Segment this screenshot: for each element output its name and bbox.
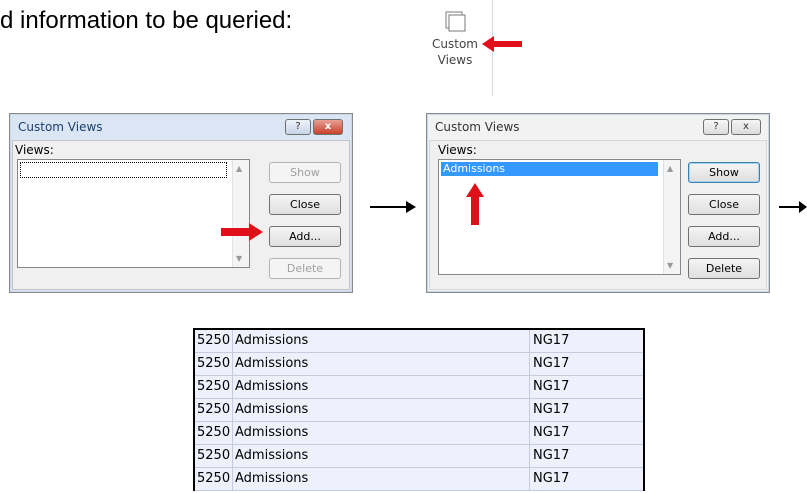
cell-divider bbox=[529, 330, 530, 352]
cell-divider bbox=[232, 399, 233, 421]
cell-divider bbox=[232, 376, 233, 398]
show-button[interactable]: Show bbox=[688, 162, 760, 183]
cell-name: Admissions bbox=[235, 333, 309, 348]
scroll-down-icon[interactable]: ▼ bbox=[236, 254, 242, 263]
flow-arrow-icon bbox=[370, 201, 416, 213]
cell-grade: NG17 bbox=[533, 448, 570, 463]
table-body: 5250 Admissions NG17 5250 Admissions NG17 5250… bbox=[193, 328, 645, 491]
table-row[interactable]: 5250 Admissions NG17 bbox=[195, 330, 643, 353]
red-arrow-icon bbox=[221, 223, 263, 241]
cell-grade: NG17 bbox=[533, 379, 570, 394]
cell-grade: NG17 bbox=[533, 471, 570, 486]
cell-divider bbox=[529, 376, 530, 398]
cell-grade: NG17 bbox=[533, 356, 570, 371]
cell-code: 5250 bbox=[197, 425, 231, 440]
cell-code: 5250 bbox=[197, 333, 231, 348]
close-button[interactable]: Close bbox=[269, 194, 341, 215]
cell-name: Admissions bbox=[235, 425, 309, 440]
help-button[interactable]: ? bbox=[285, 119, 311, 135]
cell-grade: NG17 bbox=[533, 402, 570, 417]
close-button[interactable]: Close bbox=[688, 194, 760, 215]
delete-button[interactable]: Delete bbox=[269, 258, 341, 279]
table-row[interactable]: 5250 Admissions NG17 bbox=[195, 353, 643, 376]
cell-divider bbox=[529, 445, 530, 467]
table-row[interactable]: 5250 Admissions NG17 bbox=[195, 468, 643, 491]
list-item-admissions[interactable]: Admissions bbox=[441, 162, 658, 176]
cell-divider bbox=[529, 468, 530, 490]
cell-name: Admissions bbox=[235, 379, 309, 394]
cell-divider bbox=[529, 422, 530, 444]
cell-code: 5250 bbox=[197, 402, 231, 417]
cell-divider bbox=[232, 422, 233, 444]
listbox-scrollbar[interactable]: ▲ ▼ bbox=[663, 160, 680, 274]
views-label: Views: bbox=[15, 143, 54, 157]
admissions-table: 5250 Admissions NG17 5250 Admissions NG17 5250… bbox=[193, 310, 646, 493]
views-label: Views: bbox=[438, 143, 477, 157]
cell-code: 5250 bbox=[197, 379, 231, 394]
table-row[interactable]: 5250 Admissions NG17 bbox=[195, 376, 643, 399]
table-row[interactable]: 5250 Admissions NG17 bbox=[195, 399, 643, 422]
close-x-button[interactable]: x bbox=[313, 119, 343, 135]
custom-views-dialog-empty: Custom Views ? x Views: ▲ ▼ Show Close A… bbox=[9, 113, 353, 293]
scroll-up-icon[interactable]: ▲ bbox=[236, 164, 242, 173]
cell-divider bbox=[232, 445, 233, 467]
cell-divider bbox=[232, 468, 233, 490]
views-listbox[interactable]: ▲ ▼ bbox=[17, 159, 250, 268]
help-button[interactable]: ? bbox=[703, 119, 729, 135]
cell-code: 5250 bbox=[197, 448, 231, 463]
dialog-title: Custom Views bbox=[435, 120, 520, 134]
cell-name: Admissions bbox=[235, 402, 309, 417]
add-button[interactable]: Add... bbox=[269, 226, 341, 247]
cell-code: 5250 bbox=[197, 356, 231, 371]
dialog-title: Custom Views bbox=[18, 120, 103, 134]
dialog-titlebar: Custom Views ? x bbox=[10, 114, 352, 140]
table-row[interactable]: 5250 Admissions NG17 bbox=[195, 445, 643, 468]
cell-name: Admissions bbox=[235, 356, 309, 371]
cell-divider bbox=[232, 330, 233, 352]
list-item[interactable] bbox=[20, 162, 227, 178]
dialog-body: Views: ▲ ▼ Show Close Add... Delete bbox=[12, 140, 350, 290]
ribbon-label-line2: Views bbox=[437, 53, 473, 67]
table-row[interactable]: 5250 Admissions NG17 bbox=[195, 422, 643, 445]
scroll-up-icon[interactable]: ▲ bbox=[667, 164, 673, 173]
red-up-arrow-icon bbox=[466, 183, 484, 225]
cell-divider bbox=[529, 399, 530, 421]
ribbon-label-line1: Custom bbox=[432, 37, 478, 51]
scroll-down-icon[interactable]: ▼ bbox=[667, 261, 673, 270]
show-button[interactable]: Show bbox=[269, 162, 341, 183]
cell-code: 5250 bbox=[197, 471, 231, 486]
cell-divider bbox=[529, 353, 530, 375]
flow-arrow-icon bbox=[779, 201, 807, 213]
cell-name: Admissions bbox=[235, 471, 309, 486]
red-arrow-icon bbox=[482, 36, 522, 52]
custom-views-ribbon-button[interactable]: Custom Views bbox=[425, 6, 485, 90]
cell-grade: NG17 bbox=[533, 425, 570, 440]
page-heading: d information to be queried: bbox=[0, 7, 293, 34]
delete-button[interactable]: Delete bbox=[688, 258, 760, 279]
cell-grade: NG17 bbox=[533, 333, 570, 348]
dialog-titlebar: Custom Views ? x bbox=[427, 114, 769, 140]
close-x-button[interactable]: x bbox=[731, 119, 761, 135]
add-button[interactable]: Add... bbox=[688, 226, 760, 247]
listbox-scrollbar[interactable]: ▲ ▼ bbox=[232, 160, 249, 267]
custom-views-icon bbox=[445, 11, 466, 32]
cell-name: Admissions bbox=[235, 448, 309, 463]
cell-divider bbox=[232, 353, 233, 375]
